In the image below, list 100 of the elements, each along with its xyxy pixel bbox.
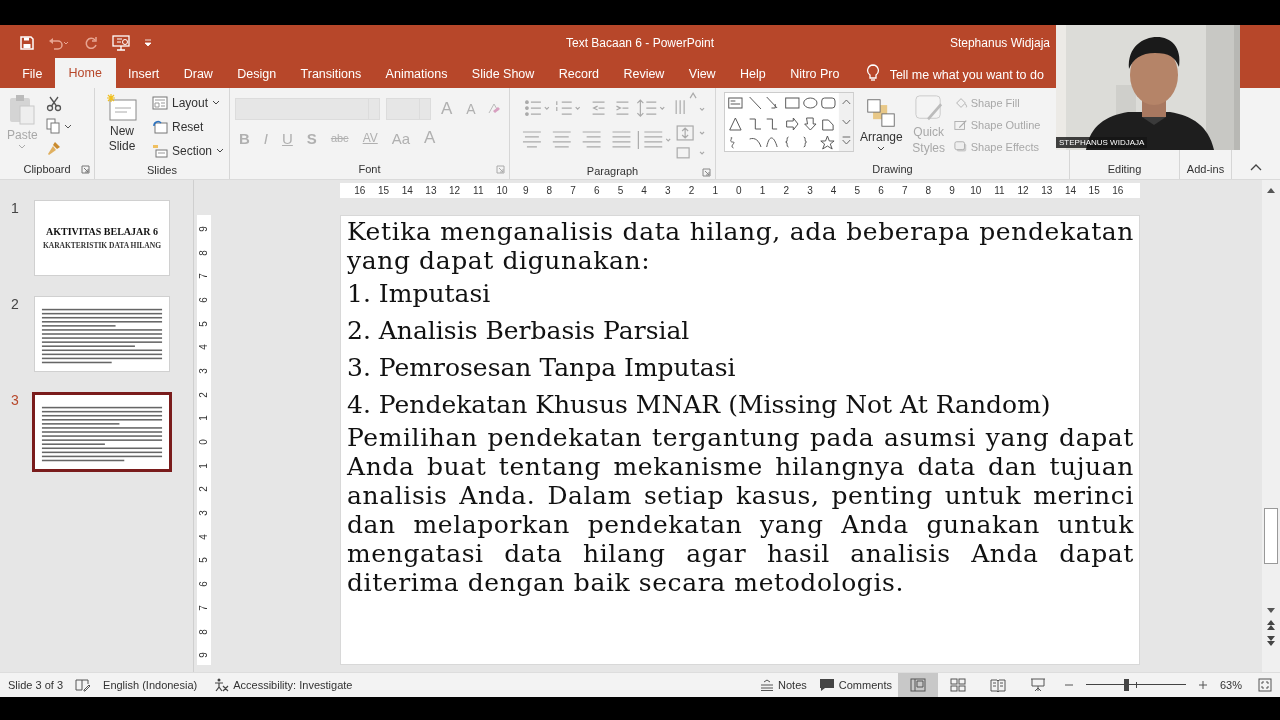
ribbon-tab[interactable]: Insert: [115, 60, 172, 88]
ribbon-tab[interactable]: Slide Show: [459, 60, 547, 88]
format-painter-icon[interactable]: [45, 140, 62, 156]
ruler-label: 10: [495, 184, 509, 198]
layout-button[interactable]: Layout: [150, 92, 223, 113]
zoom-slider-thumb[interactable]: [1124, 679, 1129, 691]
copy-icon[interactable]: [45, 118, 72, 134]
group-label: Clipboard: [23, 163, 71, 175]
user-name[interactable]: Stephanus Widjaja: [949, 35, 1050, 50]
ribbon-tab[interactable]: File: [10, 60, 55, 88]
ruler-label: 0: [735, 184, 743, 198]
notes-button[interactable]: Notes: [760, 679, 807, 691]
group-label: Font: [358, 163, 381, 175]
ruler-label: 8: [199, 628, 209, 635]
ruler-label: 4: [640, 184, 648, 198]
group-label: Add-ins: [1186, 163, 1225, 175]
ribbon-tab[interactable]: Design: [225, 60, 289, 88]
scrollbar-thumb[interactable]: [1264, 508, 1278, 564]
ruler-label: 1: [758, 184, 767, 198]
slide-thumbnail[interactable]: [32, 392, 172, 472]
ribbon-tab[interactable]: Review: [611, 60, 677, 88]
zoom-slider[interactable]: [1086, 679, 1186, 691]
language-indicator[interactable]: English (Indonesia): [103, 679, 198, 691]
ribbon-tab[interactable]: Draw: [171, 60, 226, 88]
collapse-ribbon-icon[interactable]: [1250, 163, 1262, 171]
ruler-label: 2: [199, 391, 209, 398]
ruler-label: 15: [376, 184, 391, 198]
accessibility-icon: [213, 678, 230, 692]
dialog-launcher-icon[interactable]: [81, 165, 90, 174]
section-icon: [152, 143, 168, 158]
ribbon-tab[interactable]: Transitions: [288, 60, 374, 88]
shape-gallery[interactable]: [724, 92, 854, 152]
ruler-label: 16: [353, 184, 367, 198]
ruler-label: 13: [424, 184, 438, 198]
ruler-label: 3: [664, 184, 672, 198]
fit-to-window-icon[interactable]: [1258, 678, 1272, 692]
zoom-level[interactable]: 63%: [1220, 679, 1246, 691]
group-label: Drawing: [872, 163, 913, 175]
new-slide-icon: [106, 94, 138, 122]
customize-caret-icon[interactable]: [144, 38, 152, 47]
ruler-label: 10: [969, 184, 983, 198]
new-slide-button[interactable]: New Slide: [100, 92, 144, 156]
ruler-label: 5: [199, 557, 209, 564]
ribbon-tab[interactable]: Record: [546, 60, 612, 88]
redo-icon[interactable]: [84, 35, 98, 50]
ruler-label: 2: [687, 184, 696, 198]
accessibility-button[interactable]: Accessibility: Investigate: [213, 678, 353, 692]
ruler-label: 5: [853, 184, 862, 198]
normal-view-icon: [910, 678, 926, 692]
caret-icon: [212, 100, 221, 105]
slide-number: 3: [11, 392, 20, 408]
ruler-label: 12: [1016, 184, 1030, 198]
ruler-label: 4: [199, 534, 209, 540]
name-label: STEPHANUS WIDJAJA: [1056, 137, 1148, 148]
view-button[interactable]: [898, 673, 938, 697]
section-button[interactable]: Section: [150, 140, 227, 161]
ruler-label: 1: [199, 415, 209, 422]
dialog-launcher-icon[interactable]: [702, 168, 711, 177]
list-item: 1. Imputasi: [347, 278, 492, 310]
ruler-label: 7: [900, 184, 909, 198]
scissors-icon[interactable]: [45, 96, 62, 112]
ruler-label: 13: [1040, 184, 1054, 198]
arrange-button[interactable]: Arrange: [858, 92, 905, 153]
ruler-label: 9: [948, 184, 956, 198]
lightbulb-icon[interactable]: [865, 64, 880, 82]
ribbon-tab[interactable]: Help: [727, 60, 778, 88]
brush-icon: [913, 94, 944, 122]
dialog-launcher-icon[interactable]: [496, 165, 505, 174]
scroll-up-icon[interactable]: [1266, 186, 1276, 194]
list-item: 4. Pendekatan Khusus MNAR (Missing Not At Random): [347, 389, 1052, 421]
ruler-label: 9: [199, 226, 209, 232]
group-label: Slides: [147, 164, 177, 176]
window-title: Text Bacaan 6 - PowerPoint: [565, 35, 715, 50]
presentation-icon[interactable]: [112, 34, 130, 51]
reset-button[interactable]: Reset: [150, 116, 206, 137]
ruler-label: 0: [199, 439, 209, 445]
ruler-label: 16: [1111, 184, 1125, 198]
scroll-down-icon[interactable]: [1266, 607, 1276, 615]
ruler-label: 9: [521, 184, 530, 198]
ribbon-tab[interactable]: View: [676, 60, 728, 88]
slide-number: 2: [11, 296, 20, 312]
arrange-icon: [866, 98, 897, 128]
ruler-label: 7: [569, 184, 577, 198]
ribbon-tab[interactable]: Animations: [373, 60, 460, 88]
book-icon: [990, 678, 1006, 692]
zoom-in-icon[interactable]: [1198, 680, 1208, 690]
save-icon[interactable]: [20, 35, 34, 50]
ribbon-tab[interactable]: Home: [54, 58, 116, 88]
ribbon-tab[interactable]: Nitro Pro: [777, 60, 852, 88]
next-slide-icon[interactable]: [1266, 635, 1276, 647]
ruler-label: 7: [199, 273, 209, 279]
caret-icon: [877, 146, 886, 151]
spelling-icon[interactable]: [75, 678, 92, 692]
tell-me-field[interactable]: Tell me what you want to do: [889, 62, 1060, 88]
previous-slide-icon[interactable]: [1266, 619, 1276, 631]
comment-icon: [818, 678, 835, 692]
undo-icon[interactable]: [48, 35, 70, 50]
ruler-label: 2: [199, 486, 209, 493]
comments-button[interactable]: Comments: [818, 678, 892, 692]
ruler-label: 5: [616, 184, 625, 198]
